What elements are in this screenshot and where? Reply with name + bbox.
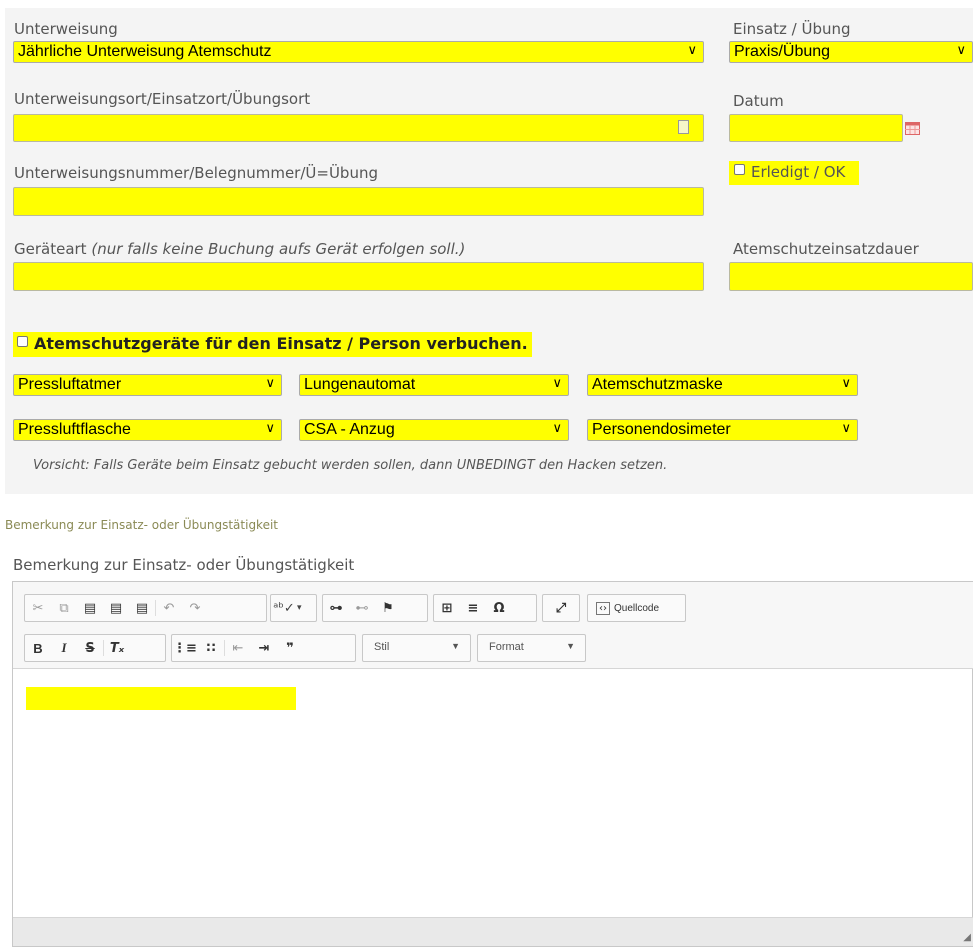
erledigt-checkbox[interactable]: Erledigt / OK: [729, 161, 860, 185]
editor-statusbar: ◢: [13, 917, 973, 946]
unterweisung-label: Unterweisung: [14, 20, 118, 38]
checkbox-icon[interactable]: [734, 164, 745, 175]
datum-input[interactable]: [729, 114, 903, 142]
ort-input[interactable]: [13, 114, 704, 142]
warning-text: Vorsicht: Falls Geräte beim Einsatz gebu…: [33, 458, 668, 473]
device-select-pressluftatmer[interactable]: Pressluftatmer ∨: [13, 374, 282, 396]
redo-icon[interactable]: ↷: [182, 601, 208, 616]
paste-word-icon[interactable]: ▤: [129, 601, 155, 616]
paste-icon[interactable]: ▤: [77, 601, 103, 616]
source-button[interactable]: ‹› Quellcode: [587, 594, 686, 622]
device-select-atemschutzmaske[interactable]: Atemschutzmaske ∨: [587, 374, 858, 396]
link-icon[interactable]: ⊶: [323, 601, 349, 616]
unterweisung-select[interactable]: Jährliche Unterweisung Atemschutz ∨: [13, 41, 704, 63]
spellcheck-icon[interactable]: ᵃᵇ✓: [271, 601, 297, 616]
nummer-label: Unterweisungsnummer/Belegnummer/Ü=Übung: [14, 164, 378, 182]
chevron-down-icon: ∨: [841, 420, 851, 435]
checkbox-icon[interactable]: [17, 336, 28, 347]
chevron-down-icon: ∨: [552, 420, 562, 435]
chevron-down-icon: ∨: [956, 42, 966, 57]
special-char-icon[interactable]: Ω: [486, 601, 512, 616]
nummer-input[interactable]: [13, 187, 704, 216]
remove-format-icon[interactable]: Tₓ: [104, 641, 130, 656]
dropdown-arrow-icon: ▼: [566, 641, 575, 651]
calendar-icon[interactable]: [905, 120, 920, 135]
geraeteart-label: Geräteart (nur falls keine Buchung aufs …: [14, 240, 465, 258]
strike-icon[interactable]: S: [77, 641, 103, 656]
device-select-lungenautomat[interactable]: Lungenautomat ∨: [299, 374, 569, 396]
insert-group: ⊞ ≡ Ω: [433, 594, 537, 622]
dauer-input[interactable]: [729, 262, 973, 291]
dropdown-arrow-icon: ▼: [451, 641, 460, 651]
geraeteart-label-text: Geräteart: [14, 240, 87, 258]
device-value: CSA - Anzug: [304, 421, 395, 438]
format-combo[interactable]: Format ▼: [477, 634, 586, 662]
basic-style-group: B I S Tₓ: [24, 634, 166, 662]
source-label: Quellcode: [614, 602, 660, 614]
italic-icon[interactable]: I: [51, 640, 77, 656]
dauer-label: Atemschutzeinsatzdauer: [733, 240, 919, 258]
einsatz-select[interactable]: Praxis/Übung ∨: [729, 41, 973, 63]
dropdown-arrow-icon[interactable]: ▾: [297, 603, 302, 613]
list-group: ⋮≡ ∷ ⇤ ⇥ ❞: [171, 634, 356, 662]
device-select-pressluftflasche[interactable]: Pressluftflasche ∨: [13, 419, 282, 441]
list-icon[interactable]: [678, 120, 689, 134]
verbuchen-checkbox[interactable]: Atemschutzgeräte für den Einsatz / Perso…: [13, 332, 532, 357]
paste-text-icon[interactable]: ▤: [103, 601, 129, 616]
style-combo[interactable]: Stil ▼: [362, 634, 471, 662]
device-value: Atemschutzmaske: [592, 376, 723, 393]
indent-icon[interactable]: ⇥: [251, 641, 277, 656]
chevron-down-icon: ∨: [265, 375, 275, 390]
outdent-icon[interactable]: ⇤: [225, 641, 251, 656]
geraeteart-hint: (nur falls keine Buchung aufs Gerät erfo…: [91, 240, 466, 258]
bold-icon[interactable]: B: [25, 641, 51, 656]
horizontal-line-icon[interactable]: ≡: [460, 601, 486, 616]
undo-icon[interactable]: ↶: [156, 601, 182, 616]
verbuchen-label: Atemschutzgeräte für den Einsatz / Perso…: [34, 334, 528, 353]
resize-handle-icon[interactable]: ◢: [963, 932, 971, 943]
source-icon: ‹›: [596, 601, 610, 615]
maximize-icon[interactable]: ⤢: [548, 601, 574, 616]
chevron-down-icon: ∨: [265, 420, 275, 435]
copy-icon[interactable]: ⧉: [51, 601, 77, 616]
maximize-group: ⤢: [542, 594, 580, 622]
link-group: ⊶ ⊷ ⚑: [322, 594, 428, 622]
remarks-section-title: Bemerkung zur Einsatz- oder Übungstätigk…: [5, 518, 278, 532]
chevron-down-icon: ∨: [552, 375, 562, 390]
device-value: Pressluftflasche: [18, 421, 131, 438]
remarks-field-label: Bemerkung zur Einsatz- oder Übungstätigk…: [13, 556, 355, 574]
unterweisung-value: Jährliche Unterweisung Atemschutz: [18, 43, 272, 60]
ort-label: Unterweisungsort/Einsatzort/Übungsort: [14, 90, 311, 108]
device-select-personendosimeter[interactable]: Personendosimeter ∨: [587, 419, 858, 441]
spellcheck-group: ᵃᵇ✓ ▾: [270, 594, 317, 622]
blockquote-icon[interactable]: ❞: [277, 641, 303, 656]
erledigt-label: Erledigt / OK: [751, 163, 846, 181]
einsatz-label: Einsatz / Übung: [733, 20, 851, 38]
editor-content-highlight[interactable]: [26, 687, 296, 710]
device-value: Lungenautomat: [304, 376, 416, 393]
device-select-csa-anzug[interactable]: CSA - Anzug ∨: [299, 419, 569, 441]
anchor-flag-icon[interactable]: ⚑: [375, 601, 401, 616]
chevron-down-icon: ∨: [687, 42, 697, 57]
clipboard-group: ✂ ⧉ ▤ ▤ ▤ ↶ ↷: [24, 594, 267, 622]
chevron-down-icon: ∨: [841, 375, 851, 390]
table-icon[interactable]: ⊞: [434, 601, 460, 616]
bulleted-list-icon[interactable]: ∷: [198, 641, 224, 656]
cut-icon[interactable]: ✂: [25, 601, 51, 616]
style-label: Stil: [374, 641, 390, 653]
numbered-list-icon[interactable]: ⋮≡: [172, 641, 198, 656]
device-value: Personendosimeter: [592, 421, 731, 438]
format-label: Format: [489, 641, 524, 653]
einsatz-value: Praxis/Übung: [734, 43, 831, 60]
datum-label: Datum: [733, 92, 784, 110]
geraeteart-input[interactable]: [13, 262, 704, 291]
device-value: Pressluftatmer: [18, 376, 122, 393]
unlink-icon[interactable]: ⊷: [349, 601, 375, 616]
